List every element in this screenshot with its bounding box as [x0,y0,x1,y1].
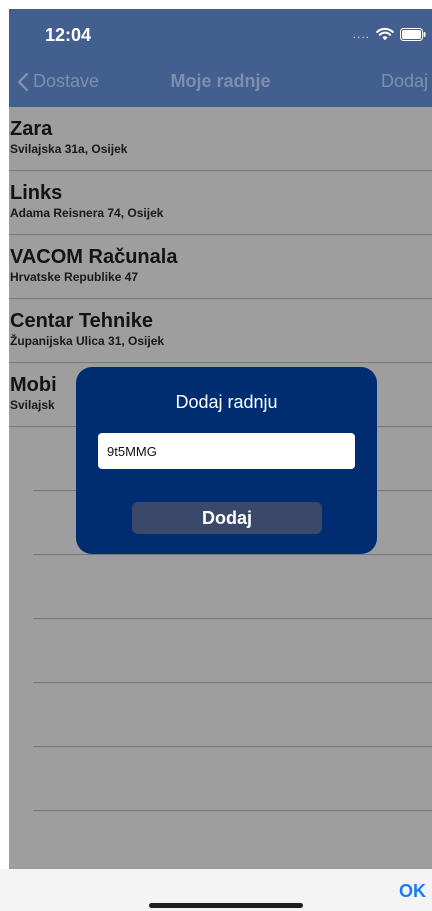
page-title: Moje radnje [170,71,271,91]
chevron-left-icon [17,72,29,91]
keyboard-toolbar: OK [0,869,432,911]
status-time: 12:04 [45,25,92,45]
status-indicators: .... [353,27,426,41]
back-button[interactable]: Dostave [17,71,99,92]
add-store-button[interactable]: Dodaj [381,71,428,92]
store-code-input[interactable] [98,433,355,469]
dialog-title: Dodaj radnju [175,392,278,412]
add-store-dialog: Dodaj radnju Dodaj [76,367,377,554]
signal-icon: .... [352,27,370,41]
ok-button[interactable]: OK [399,881,426,902]
dialog-add-button[interactable]: Dodaj [132,502,322,534]
status-bar: 12:04 .... [9,9,432,57]
battery-icon [400,27,426,41]
back-button-label: Dostave [33,71,100,91]
wifi-icon [376,27,394,41]
home-indicator[interactable] [149,903,303,908]
navigation-bar: Dostave Moje radnje Dodaj [9,57,432,107]
phone-screen: 12:04 .... Dostave Moje radnje Dodaj Zar… [0,0,432,911]
